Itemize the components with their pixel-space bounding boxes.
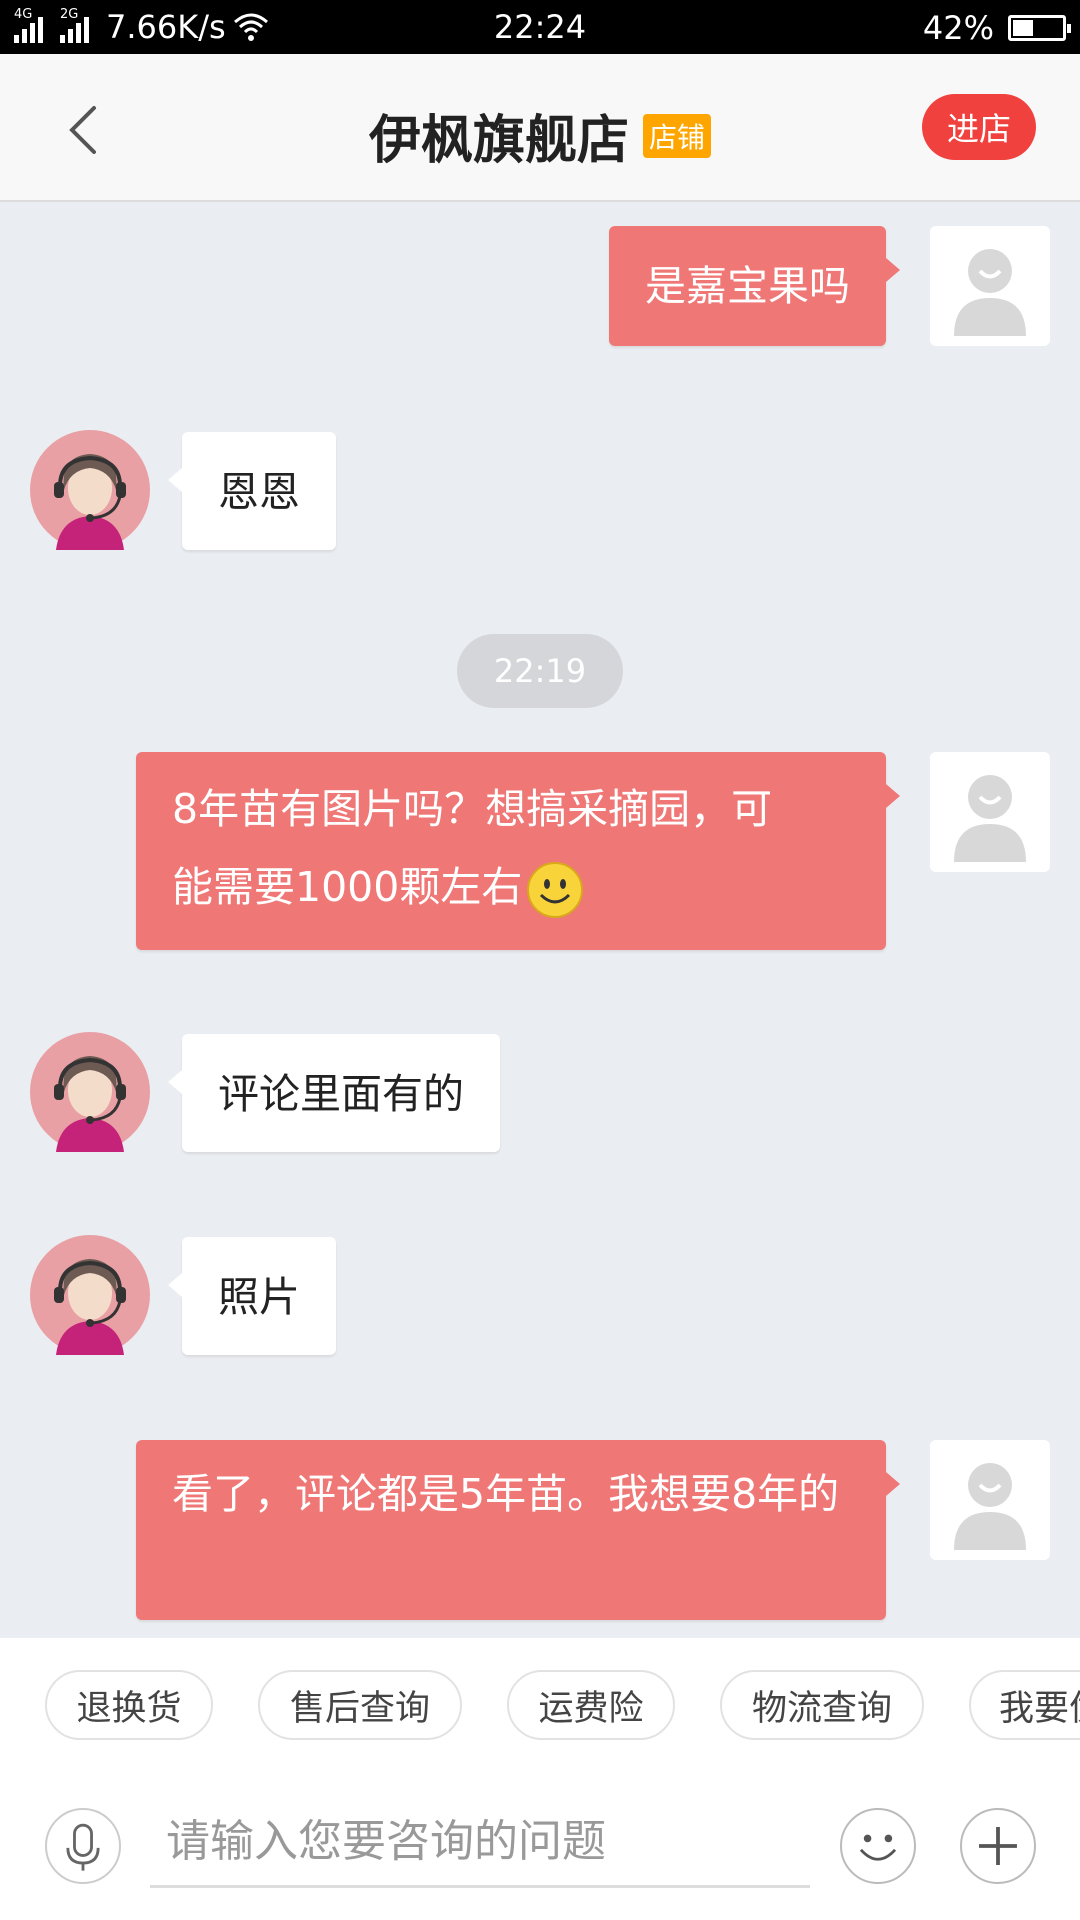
quick-reply-shipping-insurance[interactable]: 运费险 xyxy=(507,1670,675,1740)
battery-indicator: 42% xyxy=(922,9,1071,47)
message-text: 能需要1000颗左右 xyxy=(172,863,523,911)
message-text: 照片 xyxy=(218,1273,300,1321)
message-bubble-incoming[interactable]: 照片 xyxy=(168,1237,336,1355)
message-bubble-outgoing[interactable]: 看了，评论都是5年苗。我想要8年的 xyxy=(136,1440,900,1620)
quick-reply-bar[interactable]: 退换货 售后查询 运费险 物流查询 我要优惠 xyxy=(45,1670,1080,1740)
chat-header: 伊枫旗舰店 店铺 进店 xyxy=(0,54,1080,202)
chat-message-list[interactable]: 是嘉宝果吗 恩恩 22:19 8年苗有图片吗？想搞采摘园，可 能需要1000颗左… xyxy=(0,204,1080,1638)
message-timestamp: 22:19 xyxy=(457,634,623,708)
user-avatar-icon[interactable] xyxy=(930,1440,1050,1560)
smiley-emoji-icon xyxy=(527,862,584,918)
message-bubble-incoming[interactable]: 恩恩 xyxy=(168,432,336,550)
status-bar: 4G 2G 7.66K/s 22:24 42% xyxy=(0,0,1080,54)
shop-tag-badge: 店铺 xyxy=(643,113,712,158)
message-text: 评论里面有的 xyxy=(218,1070,464,1118)
user-avatar-icon[interactable] xyxy=(930,752,1050,872)
message-text: 是嘉宝果吗 xyxy=(645,262,850,310)
add-attachment-plus-icon[interactable] xyxy=(960,1808,1036,1884)
message-text-line-2: 能需要1000颗左右 xyxy=(172,848,850,926)
agent-avatar-icon[interactable] xyxy=(30,1235,150,1355)
message-bubble-incoming[interactable]: 评论里面有的 xyxy=(168,1034,500,1152)
message-text: 恩恩 xyxy=(218,468,300,516)
message-bubble-outgoing[interactable]: 8年苗有图片吗？想搞采摘园，可 能需要1000颗左右 xyxy=(136,752,900,950)
quick-reply-after-sales[interactable]: 售后查询 xyxy=(258,1670,462,1740)
quick-reply-discount[interactable]: 我要优惠 xyxy=(969,1670,1080,1740)
quick-reply-logistics[interactable]: 物流查询 xyxy=(720,1670,924,1740)
message-bubble-outgoing[interactable]: 是嘉宝果吗 xyxy=(609,226,900,346)
battery-icon xyxy=(1008,15,1071,41)
message-text: 看了，评论都是5年苗。我想要8年的 xyxy=(172,1470,840,1518)
message-input-wrapper xyxy=(150,1798,810,1888)
enter-shop-button[interactable]: 进店 xyxy=(922,94,1036,160)
battery-percent: 42% xyxy=(922,9,994,47)
quick-reply-return[interactable]: 退换货 xyxy=(45,1670,213,1740)
agent-avatar-icon[interactable] xyxy=(30,430,150,550)
message-text-line: 8年苗有图片吗？想搞采摘园，可 xyxy=(172,785,773,833)
input-panel: 退换货 售后查询 运费险 物流查询 我要优惠 xyxy=(0,1638,1080,1920)
user-avatar-icon[interactable] xyxy=(930,226,1050,346)
agent-avatar-icon[interactable] xyxy=(30,1032,150,1152)
title-group: 伊枫旗舰店 店铺 xyxy=(0,98,1080,173)
shop-title: 伊枫旗舰店 xyxy=(368,111,629,171)
emoji-picker-icon[interactable] xyxy=(840,1808,916,1884)
status-time: 22:24 xyxy=(493,8,587,46)
voice-mic-icon[interactable] xyxy=(45,1808,121,1884)
message-input[interactable] xyxy=(150,1798,810,1884)
